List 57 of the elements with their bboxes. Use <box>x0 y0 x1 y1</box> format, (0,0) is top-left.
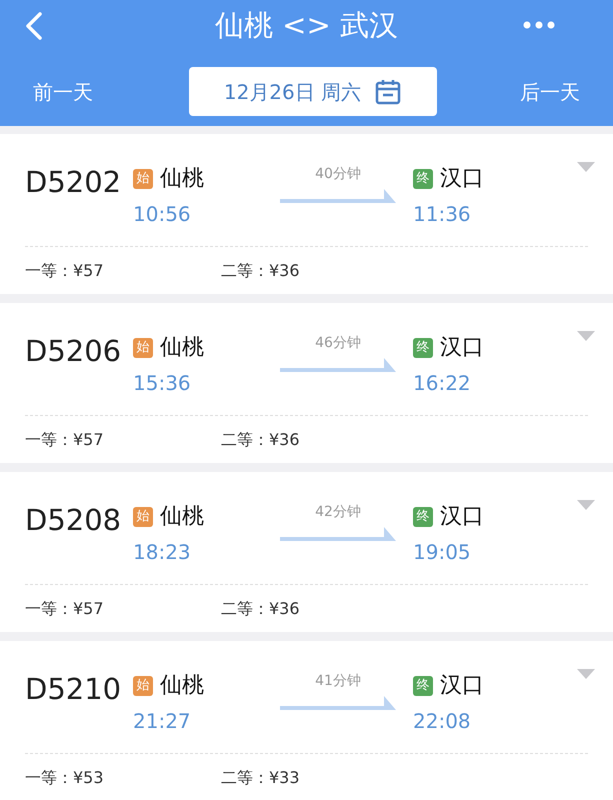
date-picker[interactable]: 12月26日 周六 <box>188 67 436 116</box>
duration: 41分钟 <box>315 672 361 691</box>
origin-badge: 始 <box>133 338 153 358</box>
second-class-price: 二等：¥36 <box>221 429 300 451</box>
arrival-time: 22:08 <box>413 708 472 735</box>
arrival-station: 汉口 <box>440 165 484 193</box>
calendar-icon <box>375 78 402 104</box>
terminal-badge: 终 <box>413 168 433 188</box>
first-class-price: 一等：¥57 <box>25 429 105 451</box>
arrow-icon <box>280 358 396 372</box>
departure-station: 仙桃 <box>160 672 204 700</box>
arrival-station: 汉口 <box>440 334 484 362</box>
origin-badge: 始 <box>133 506 153 526</box>
first-class-price: 一等：¥53 <box>25 767 105 789</box>
duration: 42分钟 <box>315 503 361 522</box>
duration: 46分钟 <box>315 334 361 353</box>
train-card[interactable]: D5208 始 仙桃 18:23 42分钟 终 汉口 19:05 一等：¥57 二等：¥36 <box>0 472 613 632</box>
departure-time: 10:56 <box>133 201 192 228</box>
first-class-price: 一等：¥57 <box>25 260 105 282</box>
arrival-station: 汉口 <box>440 672 484 700</box>
duration: 40分钟 <box>315 165 361 184</box>
departure-time: 18:23 <box>133 539 192 566</box>
dropdown-icon[interactable] <box>577 331 595 341</box>
train-number: D5210 <box>25 672 122 706</box>
departure-time: 15:36 <box>133 370 192 397</box>
train-number: D5206 <box>25 334 122 368</box>
page-title: 仙桃 <> 武汉 <box>214 7 398 44</box>
arrival-time: 19:05 <box>413 539 472 566</box>
departure-station: 仙桃 <box>160 334 204 362</box>
train-card[interactable]: D5202 始 仙桃 10:56 40分钟 终 汉口 11:36 一等：¥57 二等：¥36 <box>0 134 613 294</box>
arrival-time: 16:22 <box>413 370 472 397</box>
back-icon[interactable] <box>24 12 44 40</box>
arrival-station: 汉口 <box>440 503 484 531</box>
arrival-time: 11:36 <box>413 201 472 228</box>
arrow-icon <box>280 696 396 710</box>
dropdown-icon[interactable] <box>577 162 595 172</box>
dropdown-icon[interactable] <box>577 669 595 679</box>
departure-station: 仙桃 <box>160 503 204 531</box>
origin-badge: 始 <box>133 168 153 188</box>
arrow-icon <box>280 527 396 541</box>
more-icon[interactable] <box>523 21 555 29</box>
departure-time: 21:27 <box>133 708 192 735</box>
second-class-price: 二等：¥36 <box>221 598 300 620</box>
train-number: D5202 <box>25 165 122 199</box>
arrow-icon <box>280 189 396 203</box>
terminal-badge: 终 <box>413 338 433 358</box>
second-class-price: 二等：¥36 <box>221 260 300 282</box>
second-class-price: 二等：¥33 <box>221 767 300 789</box>
train-card[interactable]: D5210 始 仙桃 21:27 41分钟 终 汉口 22:08 一等：¥53 二等：¥33 <box>0 641 613 800</box>
dropdown-icon[interactable] <box>577 500 595 510</box>
departure-station: 仙桃 <box>160 165 204 193</box>
terminal-badge: 终 <box>413 506 433 526</box>
train-number: D5208 <box>25 503 122 537</box>
origin-badge: 始 <box>133 676 153 696</box>
first-class-price: 一等：¥57 <box>25 598 105 620</box>
train-card[interactable]: D5206 始 仙桃 15:36 46分钟 终 汉口 16:22 一等：¥57 二等：¥36 <box>0 303 613 463</box>
terminal-badge: 终 <box>413 676 433 696</box>
